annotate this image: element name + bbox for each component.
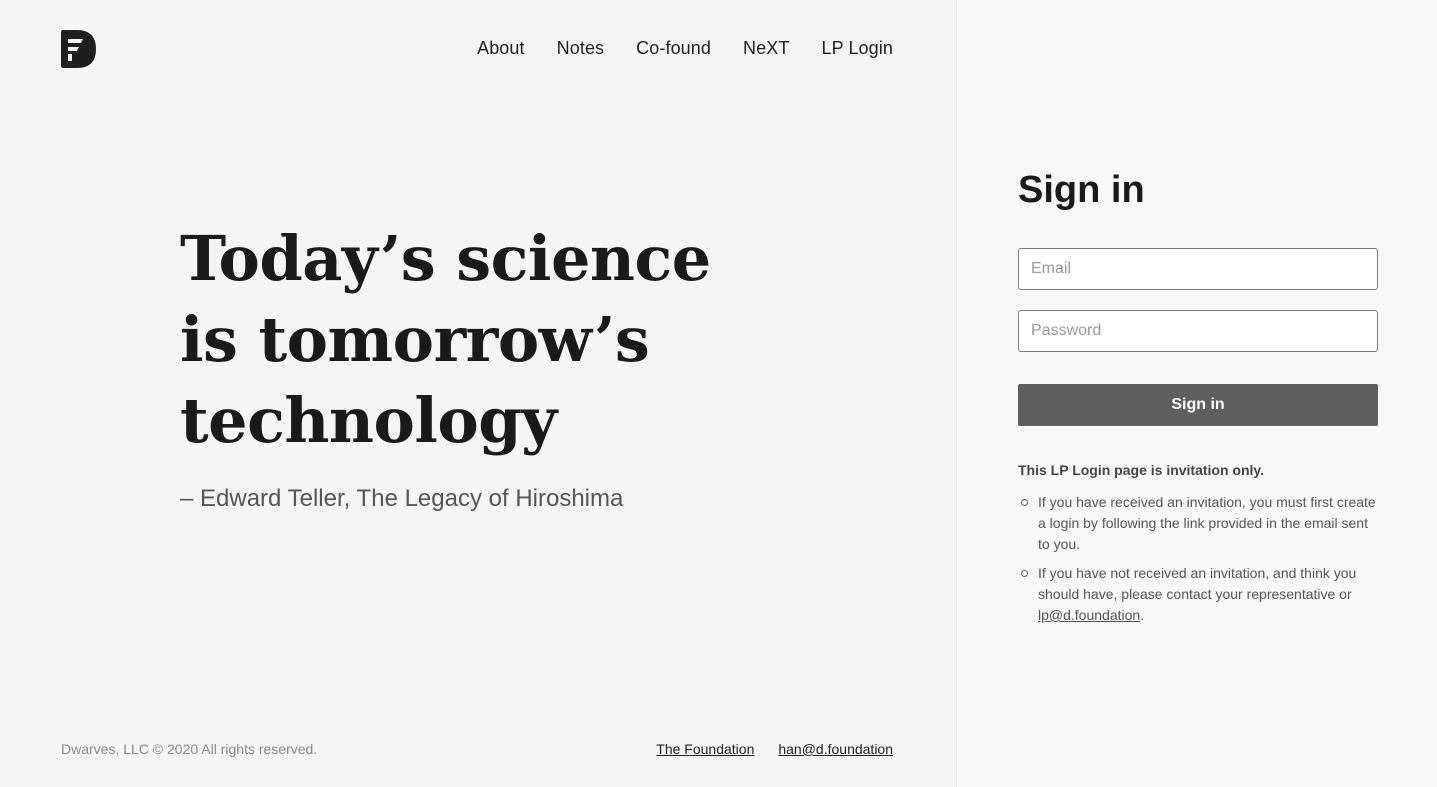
nav-next[interactable]: NeXT [743, 38, 789, 59]
quote-attribution: – Edward Teller, The Legacy of Hiroshima [180, 485, 624, 512]
copyright-text: Dwarves, LLC © 2020 All rights reserved. [61, 741, 318, 757]
hero-quote: Today’s science is tomorrow’s technology [180, 218, 800, 461]
footer-link-foundation[interactable]: The Foundation [656, 741, 754, 757]
email-field[interactable] [1018, 248, 1378, 290]
hero-quote-block: Today’s science is tomorrow’s technology… [180, 218, 800, 513]
nav-co-found[interactable]: Co-found [636, 38, 711, 59]
footer-links: The Foundation han@d.foundation [656, 741, 893, 757]
signin-title: Sign in [1018, 169, 1145, 211]
nav-notes[interactable]: Notes [557, 38, 605, 59]
footer-link-email[interactable]: han@d.foundation [778, 741, 893, 757]
signin-panel: Sign in Sign in This LP Login page is in… [956, 0, 1437, 787]
nav-about[interactable]: About [477, 38, 525, 59]
bullet-icon [1021, 499, 1028, 506]
notice-text-2-end: . [1140, 607, 1145, 623]
notice-title: This LP Login page is invitation only. [1018, 462, 1265, 478]
nav-lp-login[interactable]: LP Login [821, 38, 893, 59]
bullet-icon [1021, 570, 1028, 577]
notice-text-2: If you have not received an invitation, … [1038, 565, 1357, 602]
password-field[interactable] [1018, 310, 1378, 352]
notice-text-1: If you have received an invitation, you … [1038, 494, 1376, 552]
left-panel: About Notes Co-found NeXT LP Login Today… [0, 0, 956, 787]
main-nav: About Notes Co-found NeXT LP Login [477, 38, 893, 59]
contact-email-link[interactable]: lp@d.foundation [1038, 607, 1140, 623]
logo-icon[interactable] [61, 30, 96, 68]
quote-line-1: Today’s science [180, 222, 711, 295]
notice-list: If you have received an invitation, you … [1018, 492, 1378, 626]
notice-item: If you have received an invitation, you … [1018, 492, 1378, 555]
quote-line-3: technology [180, 384, 557, 457]
signin-form: Sign in Sign in This LP Login page is in… [1018, 168, 1378, 634]
signin-button[interactable]: Sign in [1018, 384, 1378, 426]
notice-item: If you have not received an invitation, … [1018, 563, 1378, 626]
quote-line-2: is tomorrow’s [180, 303, 650, 376]
